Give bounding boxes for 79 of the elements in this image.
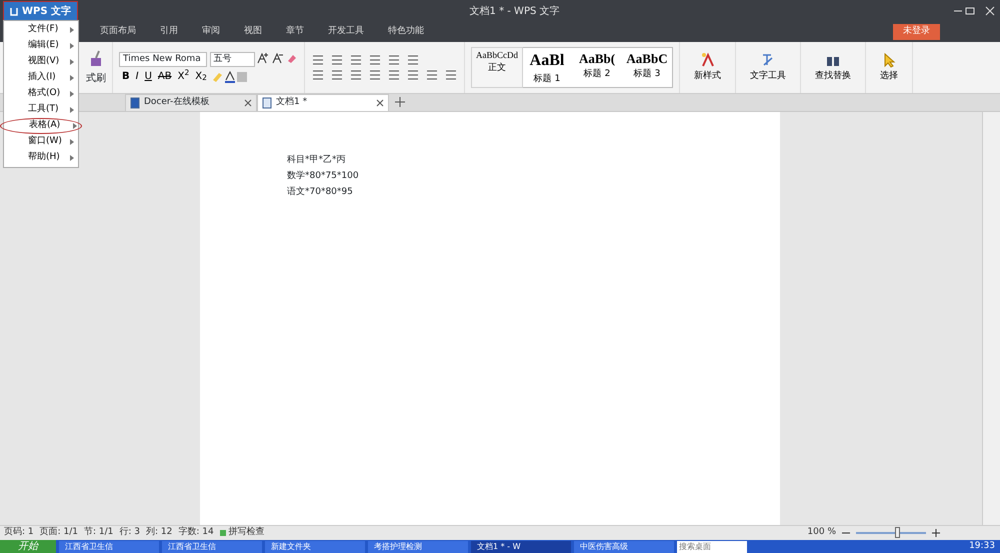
- status-field: 行: 3: [119, 526, 140, 540]
- status-field: 页面: 1/1: [40, 526, 78, 540]
- sparkle-letters-icon: [700, 52, 716, 68]
- document-line: 数学*80*75*100: [287, 170, 360, 183]
- login-button[interactable]: 未登录: [893, 24, 940, 40]
- format-painter-label[interactable]: 式刷: [86, 70, 106, 86]
- style-preset[interactable]: AaBb( 标题 2: [572, 48, 622, 88]
- menu-item[interactable]: 文件(F): [4, 22, 78, 38]
- ribbon-tool-button[interactable]: 文字工具: [742, 52, 794, 84]
- submenu-arrow-icon: [70, 107, 74, 113]
- font-color-icon[interactable]: [224, 70, 236, 82]
- shrink-font-icon[interactable]: [272, 52, 284, 64]
- close-icon[interactable]: [244, 99, 252, 107]
- menu-item[interactable]: 插入(I): [4, 70, 78, 86]
- style-preset[interactable]: AaBl 标题 1: [522, 48, 572, 88]
- submenu-arrow-icon: [70, 43, 74, 49]
- menu-tab[interactable]: 特色功能: [376, 25, 436, 39]
- menu-tab[interactable]: 页面布局: [88, 25, 148, 39]
- menu-item[interactable]: 视图(V): [4, 54, 78, 70]
- close-icon[interactable]: [376, 99, 384, 107]
- status-field: 列: 12: [146, 526, 172, 540]
- menu-item[interactable]: 帮助(H): [4, 150, 78, 166]
- status-field: 节: 1/1: [84, 526, 114, 540]
- document-line: 语文*70*80*95: [287, 186, 354, 199]
- document-tab[interactable]: 文档1 *: [257, 94, 389, 111]
- ribbon-tool-button[interactable]: 选择: [872, 52, 906, 84]
- brush-icon[interactable]: [88, 50, 104, 68]
- submenu-arrow-icon: [73, 123, 77, 129]
- zoom-percent: 100 %: [807, 527, 836, 538]
- format-button[interactable]: AB: [154, 70, 175, 84]
- menu-tab[interactable]: 章节: [274, 25, 316, 39]
- window-title: 文档1 * - WPS 文字: [470, 6, 560, 16]
- format-button[interactable]: X$^{2}$: [174, 70, 192, 84]
- menu-tab[interactable]: 开发工具: [316, 25, 376, 39]
- grow-font-icon[interactable]: [257, 52, 269, 64]
- format-button[interactable]: X$_{2}$: [192, 70, 210, 84]
- taskbar-button[interactable]: 江西省卫生信: [59, 540, 159, 552]
- taskbar-button[interactable]: 文档1 * - W: [471, 540, 571, 552]
- app-menu-button[interactable]: WPS 文字: [4, 2, 78, 20]
- style-preset[interactable]: AaBbC 标题 3: [622, 48, 672, 88]
- font-name-field[interactable]: Times New Roma: [119, 52, 207, 66]
- ribbon-tool-button[interactable]: 新样式: [686, 52, 729, 84]
- menu-tab[interactable]: 引用: [148, 25, 190, 39]
- menu-item[interactable]: 表格(A): [0, 118, 82, 134]
- menu-tab[interactable]: 审阅: [190, 25, 232, 39]
- start-button[interactable]: 开始: [0, 540, 56, 553]
- maximize-icon[interactable]: [964, 6, 976, 16]
- format-button[interactable]: B: [119, 70, 133, 84]
- document-line: 科目*甲*乙*丙: [287, 154, 346, 167]
- vertical-scrollbar[interactable]: [982, 112, 1000, 525]
- status-field: 页码: 1: [4, 526, 34, 540]
- submenu-arrow-icon: [70, 155, 74, 161]
- menu-item[interactable]: 工具(T): [4, 102, 78, 118]
- menu-item[interactable]: 编辑(E): [4, 38, 78, 54]
- clock: 19:33: [969, 540, 995, 553]
- add-tab-icon[interactable]: [395, 97, 405, 107]
- font-size-field[interactable]: 五号: [210, 52, 254, 66]
- taskbar-button[interactable]: 中医伤害高级: [574, 540, 674, 552]
- menu-item[interactable]: 格式(O): [4, 86, 78, 102]
- submenu-arrow-icon: [70, 139, 74, 145]
- status-field: 字数: 14: [178, 526, 214, 540]
- taskbar-button[interactable]: 考搭护理检测: [368, 540, 468, 552]
- format-button[interactable]: I: [132, 70, 142, 84]
- ribbon-tool-button[interactable]: 查找替换: [807, 52, 859, 84]
- spell-check-label[interactable]: 拼写检查: [228, 526, 264, 540]
- submenu-arrow-icon: [70, 75, 74, 81]
- menu-item[interactable]: 窗口(W): [4, 134, 78, 150]
- submenu-arrow-icon: [70, 59, 74, 65]
- submenu-arrow-icon: [70, 27, 74, 33]
- taskbar-button[interactable]: 江西省卫生信: [162, 540, 262, 552]
- zoom-in-icon[interactable]: [932, 529, 940, 537]
- search-field[interactable]: 搜索桌面: [677, 540, 747, 552]
- format-button[interactable]: U: [142, 70, 155, 84]
- style-preset[interactable]: AaBbCcDd 正文: [472, 48, 522, 88]
- menu-tab[interactable]: 视图: [232, 25, 274, 39]
- taskbar-button[interactable]: 新建文件夹: [265, 540, 365, 552]
- document-tab[interactable]: Docer-在线模板: [125, 94, 257, 111]
- zoom-slider-thumb[interactable]: [895, 527, 900, 538]
- submenu-arrow-icon: [70, 91, 74, 97]
